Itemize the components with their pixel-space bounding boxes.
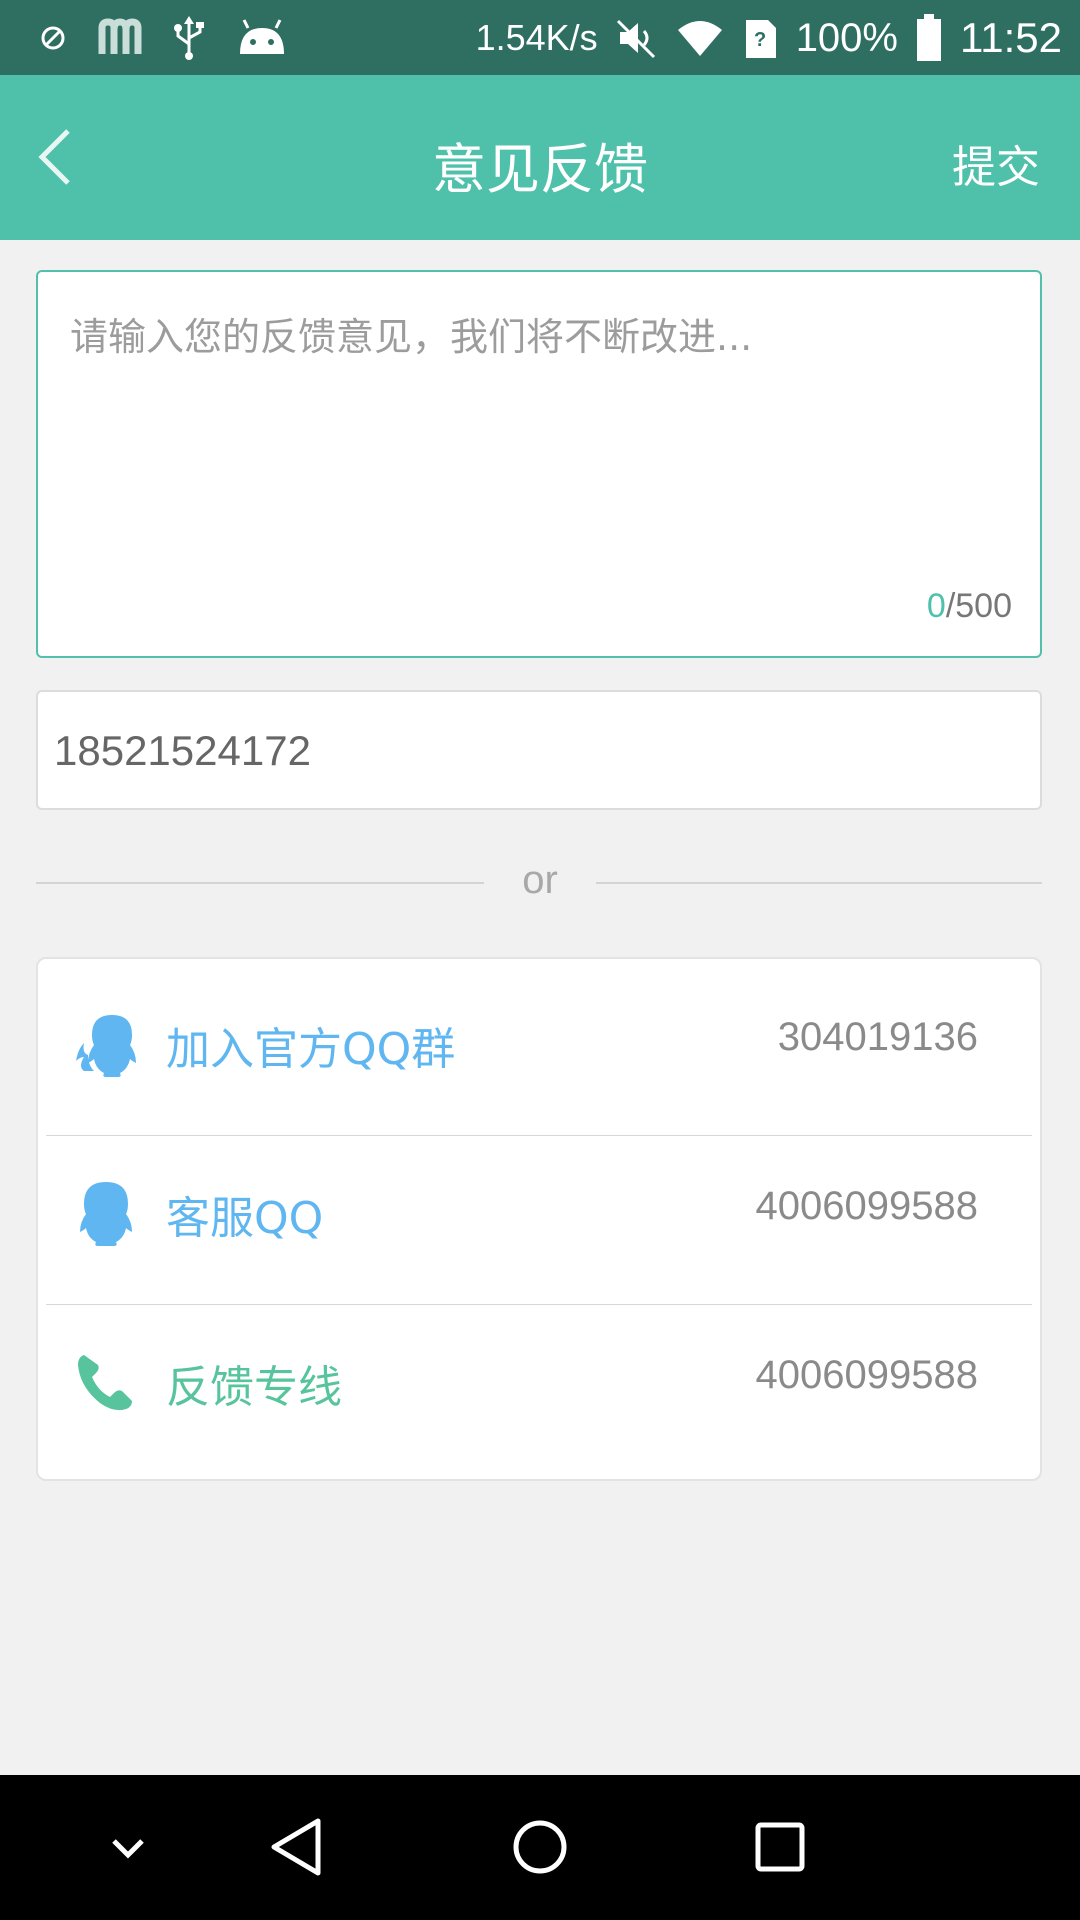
character-counter: 0/500 (927, 587, 1012, 626)
divider-right (596, 882, 1042, 884)
contact-label: 客服QQ (166, 1193, 324, 1244)
feedback-textarea[interactable] (68, 304, 1012, 588)
contact-row-hotline[interactable]: 反馈专线 4006099588 (38, 1297, 1040, 1465)
battery-percent: 100% (795, 15, 898, 60)
network-speed: 1.54K/s (475, 17, 598, 58)
m-app-icon (98, 18, 142, 54)
collapse-icon[interactable] (88, 1807, 168, 1887)
android-icon (240, 19, 284, 54)
contact-row-qq-service[interactable]: 客服QQ 4006099588 (38, 1128, 1040, 1296)
contact-value: 4006099588 (755, 1353, 978, 1397)
counter-current: 0 (926, 587, 946, 625)
sim-unknown-icon: ? (745, 20, 776, 58)
back-triangle-icon[interactable] (260, 1807, 340, 1887)
page-title: 意见反馈 (432, 138, 648, 201)
svg-text:?: ? (754, 29, 766, 51)
contact-value: 4006099588 (755, 1184, 978, 1228)
qq-group-icon (76, 1015, 136, 1077)
contact-value: 304019136 (777, 1015, 978, 1059)
contact-row-qq-group[interactable]: 加入官方QQ群 304019136 (38, 959, 1040, 1127)
contact-list: 加入官方QQ群 304019136 客服QQ 4006099588 反馈专线 4… (36, 957, 1042, 1481)
counter-max: /500 (945, 587, 1012, 625)
recents-square-icon[interactable] (740, 1807, 820, 1887)
system-nav-bar (0, 1775, 1080, 1920)
submit-button[interactable]: 提交 (952, 131, 1040, 195)
mute-icon (616, 19, 655, 59)
contact-label: 加入官方QQ群 (166, 1024, 456, 1075)
contact-label: 反馈专线 (166, 1362, 342, 1413)
battery-icon (917, 14, 941, 61)
contact-field-container (36, 690, 1042, 810)
app-bar: 意见反馈 提交 (0, 75, 1080, 240)
qq-icon (80, 1182, 132, 1246)
block-icon (41, 26, 65, 50)
wifi-icon (677, 21, 722, 56)
contact-phone-input[interactable] (52, 692, 1016, 810)
divider-left (36, 882, 484, 884)
usb-icon (174, 16, 204, 60)
or-separator: or (522, 858, 558, 902)
phone-icon (78, 1355, 132, 1411)
home-circle-icon[interactable] (500, 1807, 580, 1887)
feedback-container: 0/500 (36, 270, 1042, 658)
clock: 11:52 (960, 14, 1062, 61)
status-bar: 1.54K/s ? 100% 11:52 (0, 0, 1080, 75)
